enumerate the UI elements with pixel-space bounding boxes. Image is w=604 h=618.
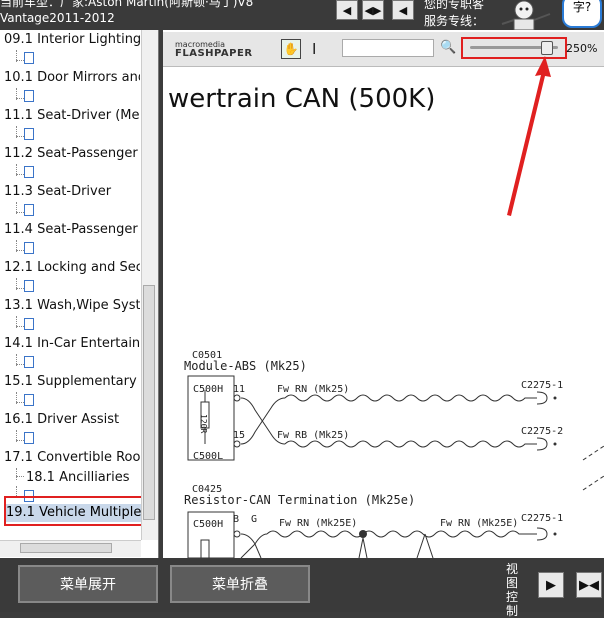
tree-subitem-label: 18.1 Ancilliaries [26, 470, 130, 485]
tree-item[interactable]: 16.1 Driver Assist [4, 412, 140, 450]
diagram-label: G [251, 514, 258, 525]
diagram-label: C2275-1 [521, 380, 564, 391]
next-page-button[interactable]: ◀ [392, 0, 414, 20]
tree-item[interactable]: 11.3 Seat-Driver [4, 184, 140, 222]
diagram-label: Fw RN (Mk25E) [440, 518, 519, 529]
service-info: 您的专职客 服务专线： [424, 0, 494, 30]
document-icon [24, 280, 34, 292]
mascot-image [492, 0, 556, 31]
sidebar-tree: 09.1 Interior Lighting (M 10.1 Door Mirr… [0, 30, 159, 558]
document-icon [24, 318, 34, 330]
document-icon [24, 128, 34, 140]
document-icon [24, 90, 34, 102]
arrow-right-icon: ▶ [546, 577, 556, 593]
document-icon [24, 204, 34, 216]
tree-item[interactable]: 09.1 Interior Lighting (M [4, 32, 140, 70]
search-icon[interactable]: 🔍 [440, 40, 456, 55]
tree-item-label: 12.1 Locking and Secu [4, 260, 140, 275]
search-input[interactable] [342, 39, 434, 57]
tree-item-label: 16.1 Driver Assist [4, 412, 120, 427]
fit-page-button[interactable]: ◀▶ [362, 0, 384, 20]
tree-item[interactable]: 13.1 Wash,Wipe Syste [4, 298, 140, 336]
tree-item-label: 14.1 In-Car Entertainn [4, 336, 140, 351]
diagram-label: C2275-1 [521, 513, 564, 524]
tree-item[interactable]: 10.1 Door Mirrors and [4, 70, 140, 108]
logo-line-2: FLASHPAPER [175, 48, 253, 59]
text-cursor-icon: I [312, 40, 317, 58]
single-page-view-button[interactable]: ▶ [538, 572, 564, 598]
selection-highlight-box [4, 496, 144, 526]
hand-icon: ✋ [283, 42, 299, 56]
tree-item-label: 11.4 Seat-Passenger [4, 222, 138, 237]
diagram-label: 15 [233, 430, 246, 441]
tree-item[interactable]: 15.1 Supplementary R [4, 374, 140, 412]
service-line-2: 服务专线： [424, 14, 485, 28]
diagram-label: Fw RN (Mk25) [277, 384, 350, 395]
tree-item-label: 10.1 Door Mirrors and [4, 70, 140, 85]
diagram-label: Module-ABS (Mk25) [184, 359, 307, 373]
tree-item-label: 11.2 Seat-Passenger (I [4, 146, 140, 161]
diagram-label: 11 [233, 384, 246, 395]
tree-item-label: 15.1 Supplementary R [4, 374, 140, 389]
diagram-label: C500H [193, 519, 224, 530]
document-icon [24, 356, 34, 368]
collapse-menu-button[interactable]: 菜单折叠 [170, 565, 310, 603]
vertical-scroll-thumb[interactable] [143, 285, 155, 520]
service-line-1: 您的专职客 [424, 0, 485, 11]
tree-item[interactable]: 11.4 Seat-Passenger [4, 222, 140, 260]
diagram-label: Fw RN (Mk25E) [279, 518, 358, 529]
text-select-button[interactable]: I [312, 39, 324, 59]
diagram-label: B [233, 514, 240, 525]
document-icon [24, 242, 34, 254]
view-control-label: 视图控制 [506, 562, 519, 618]
diagram-label: C500L [193, 451, 224, 462]
diagram-label: Fw RB (Mk25) [277, 430, 350, 441]
expand-menu-button[interactable]: 菜单展开 [18, 565, 158, 603]
flashpaper-logo: macromedia FLASHPAPER [175, 40, 253, 59]
tree-item[interactable]: 14.1 In-Car Entertainn [4, 336, 140, 374]
diagram-label: Resistor-CAN Termination (Mk25e) [184, 493, 416, 507]
document-icon [24, 52, 34, 64]
two-page-view-button[interactable]: ▶◀ [576, 572, 602, 598]
tree-item-label: 09.1 Interior Lighting (M [4, 32, 140, 47]
annotation-arrow [507, 56, 551, 216]
tree-item-label: 17.1 Convertible Roof [4, 450, 140, 465]
document-icon [24, 394, 34, 406]
arrow-right-icon: ◀ [398, 3, 408, 17]
car-model-title: 当前车型：厂家:Aston Martin(阿斯顿·马丁)V8 Vantage20… [0, 0, 254, 25]
tree-item-label: 13.1 Wash,Wipe Syste [4, 298, 140, 313]
tree-item[interactable]: 12.1 Locking and Secu [4, 260, 140, 298]
tree-item[interactable]: 11.2 Seat-Passenger (I [4, 146, 140, 184]
diagram-label: C500H [193, 384, 224, 395]
arrow-left-icon: ◀ [342, 3, 352, 17]
diagram-label: C2275-2 [521, 426, 564, 437]
diagram-label: 120R [199, 414, 208, 434]
page-title: wertrain CAN (500K) [168, 84, 436, 114]
horizontal-scroll-thumb[interactable] [20, 543, 112, 553]
zoom-level: 250% [566, 42, 598, 55]
prev-page-button[interactable]: ◀ [336, 0, 358, 20]
document-icon [24, 432, 34, 444]
help-bubble: 字? [562, 0, 602, 28]
tree-item-label: 11.3 Seat-Driver [4, 184, 112, 199]
hand-tool-button[interactable]: ✋ [281, 39, 301, 59]
tree-item-label: 11.1 Seat-Driver (Mem [4, 108, 140, 123]
double-arrow-icon: ▶◀ [579, 577, 599, 593]
document-icon [24, 166, 34, 178]
double-arrow-icon: ◀▶ [364, 3, 382, 17]
tree-item[interactable]: 11.1 Seat-Driver (Mem [4, 108, 140, 146]
